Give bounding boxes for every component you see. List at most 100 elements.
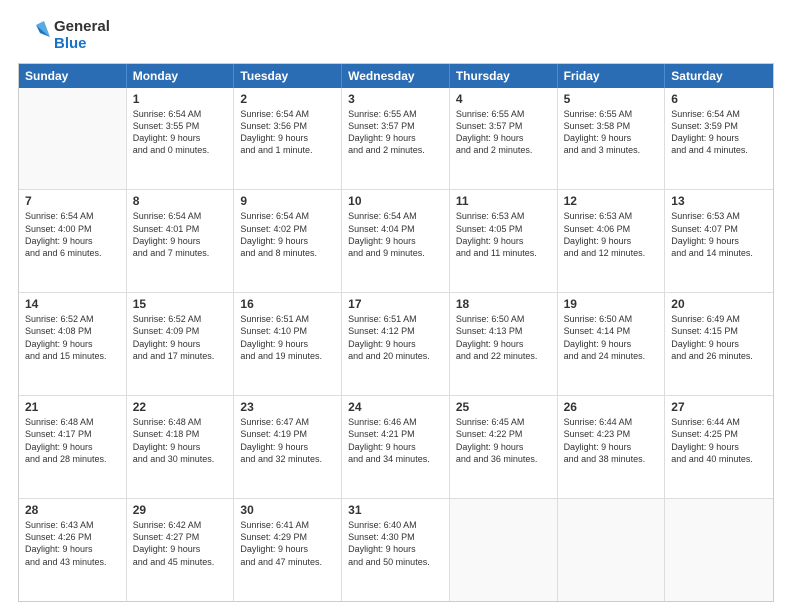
calendar-body: 1 Sunrise: 6:54 AMSunset: 3:55 PMDaylight… — [19, 88, 773, 602]
day-number: 28 — [25, 503, 120, 517]
day-number: 9 — [240, 194, 335, 208]
day-details: Sunrise: 6:50 AMSunset: 4:14 PMDaylight:… — [564, 313, 659, 362]
weekday-header-monday: Monday — [127, 64, 235, 88]
empty-cell — [450, 499, 558, 601]
day-details: Sunrise: 6:49 AMSunset: 4:15 PMDaylight:… — [671, 313, 767, 362]
day-details: Sunrise: 6:54 AMSunset: 4:02 PMDaylight:… — [240, 210, 335, 259]
day-cell-7: 7Sunrise: 6:54 AMSunset: 4:00 PMDaylight… — [19, 190, 127, 292]
day-number: 10 — [348, 194, 443, 208]
weekday-header-sunday: Sunday — [19, 64, 127, 88]
day-details: Sunrise: 6:54 AMSunset: 3:56 PMDaylight:… — [240, 108, 335, 157]
weekday-header-saturday: Saturday — [665, 64, 773, 88]
day-number: 17 — [348, 297, 443, 311]
day-number: 2 — [240, 92, 335, 106]
day-details: Sunrise: 6:47 AMSunset: 4:19 PMDaylight:… — [240, 416, 335, 465]
day-details: Sunrise: 6:48 AMSunset: 4:17 PMDaylight:… — [25, 416, 120, 465]
day-number: 1 — [133, 92, 228, 106]
day-number: 24 — [348, 400, 443, 414]
calendar-header: SundayMondayTuesdayWednesdayThursdayFrid… — [19, 64, 773, 88]
day-cell-22: 22 Sunrise: 6:48 AMSunset: 4:18 PMDayligh… — [127, 396, 235, 498]
day-details: Sunrise: 6:44 AMSunset: 4:25 PMDaylight:… — [671, 416, 767, 465]
day-number: 4 — [456, 92, 551, 106]
day-cell-23: 23 Sunrise: 6:47 AMSunset: 4:19 PMDayligh… — [234, 396, 342, 498]
day-cell-10: 10 Sunrise: 6:54 AMSunset: 4:04 PMDayligh… — [342, 190, 450, 292]
day-number: 23 — [240, 400, 335, 414]
day-cell-2: 2 Sunrise: 6:54 AMSunset: 3:56 PMDaylight… — [234, 88, 342, 190]
day-details: Sunrise: 6:54 AMSunset: 4:00 PMDaylight:… — [25, 210, 120, 259]
day-details: Sunrise: 6:52 AMSunset: 4:08 PMDaylight:… — [25, 313, 120, 362]
logo-blue: Blue — [54, 35, 110, 52]
day-number: 27 — [671, 400, 767, 414]
day-cell-18: 18Sunrise: 6:50 AMSunset: 4:13 PMDayligh… — [450, 293, 558, 395]
day-number: 3 — [348, 92, 443, 106]
day-details: Sunrise: 6:52 AMSunset: 4:09 PMDaylight:… — [133, 313, 228, 362]
day-number: 5 — [564, 92, 659, 106]
day-details: Sunrise: 6:43 AMSunset: 4:26 PMDaylight:… — [25, 519, 120, 568]
day-details: Sunrise: 6:53 AMSunset: 4:06 PMDaylight:… — [564, 210, 659, 259]
page: General Blue SundayMondayTuesdayWednesda… — [0, 0, 792, 612]
day-details: Sunrise: 6:48 AMSunset: 4:18 PMDaylight:… — [133, 416, 228, 465]
calendar-row-3: 14 Sunrise: 6:52 AMSunset: 4:08 PMDayligh… — [19, 292, 773, 395]
day-cell-8: 8 Sunrise: 6:54 AMSunset: 4:01 PMDaylight… — [127, 190, 235, 292]
day-cell-30: 30Sunrise: 6:41 AMSunset: 4:29 PMDayligh… — [234, 499, 342, 601]
day-number: 31 — [348, 503, 443, 517]
day-details: Sunrise: 6:54 AMSunset: 3:59 PMDaylight:… — [671, 108, 767, 157]
weekday-header-friday: Friday — [558, 64, 666, 88]
day-number: 25 — [456, 400, 551, 414]
day-number: 11 — [456, 194, 551, 208]
day-details: Sunrise: 6:40 AMSunset: 4:30 PMDaylight:… — [348, 519, 443, 568]
calendar: SundayMondayTuesdayWednesdayThursdayFrid… — [18, 63, 774, 603]
day-details: Sunrise: 6:55 AMSunset: 3:57 PMDaylight:… — [456, 108, 551, 157]
day-cell-31: 31 Sunrise: 6:40 AMSunset: 4:30 PMDayligh… — [342, 499, 450, 601]
day-details: Sunrise: 6:55 AMSunset: 3:58 PMDaylight:… — [564, 108, 659, 157]
day-number: 22 — [133, 400, 228, 414]
empty-cell — [558, 499, 666, 601]
logo-container: General Blue — [18, 18, 110, 53]
day-cell-28: 28 Sunrise: 6:43 AMSunset: 4:26 PMDayligh… — [19, 499, 127, 601]
day-number: 26 — [564, 400, 659, 414]
day-details: Sunrise: 6:54 AMSunset: 4:04 PMDaylight:… — [348, 210, 443, 259]
day-cell-13: 13Sunrise: 6:53 AMSunset: 4:07 PMDayligh… — [665, 190, 773, 292]
day-details: Sunrise: 6:55 AMSunset: 3:57 PMDaylight:… — [348, 108, 443, 157]
weekday-header-wednesday: Wednesday — [342, 64, 450, 88]
day-cell-12: 12 Sunrise: 6:53 AMSunset: 4:06 PMDayligh… — [558, 190, 666, 292]
day-cell-25: 25Sunrise: 6:45 AMSunset: 4:22 PMDayligh… — [450, 396, 558, 498]
day-cell-11: 11 Sunrise: 6:53 AMSunset: 4:05 PMDayligh… — [450, 190, 558, 292]
weekday-header-thursday: Thursday — [450, 64, 558, 88]
calendar-row-1: 1 Sunrise: 6:54 AMSunset: 3:55 PMDaylight… — [19, 88, 773, 190]
day-cell-5: 5 Sunrise: 6:55 AMSunset: 3:58 PMDaylight… — [558, 88, 666, 190]
day-details: Sunrise: 6:54 AMSunset: 4:01 PMDaylight:… — [133, 210, 228, 259]
day-cell-15: 15 Sunrise: 6:52 AMSunset: 4:09 PMDayligh… — [127, 293, 235, 395]
day-details: Sunrise: 6:54 AMSunset: 3:55 PMDaylight:… — [133, 108, 228, 157]
empty-cell — [19, 88, 127, 190]
day-cell-3: 3 Sunrise: 6:55 AMSunset: 3:57 PMDaylight… — [342, 88, 450, 190]
day-number: 19 — [564, 297, 659, 311]
day-cell-14: 14 Sunrise: 6:52 AMSunset: 4:08 PMDayligh… — [19, 293, 127, 395]
day-cell-26: 26Sunrise: 6:44 AMSunset: 4:23 PMDayligh… — [558, 396, 666, 498]
day-cell-17: 17Sunrise: 6:51 AMSunset: 4:12 PMDayligh… — [342, 293, 450, 395]
day-number: 12 — [564, 194, 659, 208]
logo-general: General — [54, 18, 110, 35]
day-details: Sunrise: 6:53 AMSunset: 4:05 PMDaylight:… — [456, 210, 551, 259]
day-cell-20: 20Sunrise: 6:49 AMSunset: 4:15 PMDayligh… — [665, 293, 773, 395]
day-number: 14 — [25, 297, 120, 311]
day-cell-1: 1 Sunrise: 6:54 AMSunset: 3:55 PMDaylight… — [127, 88, 235, 190]
day-details: Sunrise: 6:42 AMSunset: 4:27 PMDaylight:… — [133, 519, 228, 568]
day-cell-6: 6 Sunrise: 6:54 AMSunset: 3:59 PMDaylight… — [665, 88, 773, 190]
calendar-row-2: 7Sunrise: 6:54 AMSunset: 4:00 PMDaylight… — [19, 189, 773, 292]
day-cell-9: 9 Sunrise: 6:54 AMSunset: 4:02 PMDaylight… — [234, 190, 342, 292]
day-cell-19: 19 Sunrise: 6:50 AMSunset: 4:14 PMDayligh… — [558, 293, 666, 395]
day-number: 15 — [133, 297, 228, 311]
weekday-header-tuesday: Tuesday — [234, 64, 342, 88]
day-number: 6 — [671, 92, 767, 106]
calendar-row-4: 21 Sunrise: 6:48 AMSunset: 4:17 PMDayligh… — [19, 395, 773, 498]
day-details: Sunrise: 6:53 AMSunset: 4:07 PMDaylight:… — [671, 210, 767, 259]
logo: General Blue — [18, 18, 110, 53]
day-cell-24: 24Sunrise: 6:46 AMSunset: 4:21 PMDayligh… — [342, 396, 450, 498]
logo-bird-icon — [18, 19, 50, 51]
empty-cell — [665, 499, 773, 601]
day-number: 8 — [133, 194, 228, 208]
day-cell-21: 21 Sunrise: 6:48 AMSunset: 4:17 PMDayligh… — [19, 396, 127, 498]
day-number: 21 — [25, 400, 120, 414]
day-number: 16 — [240, 297, 335, 311]
